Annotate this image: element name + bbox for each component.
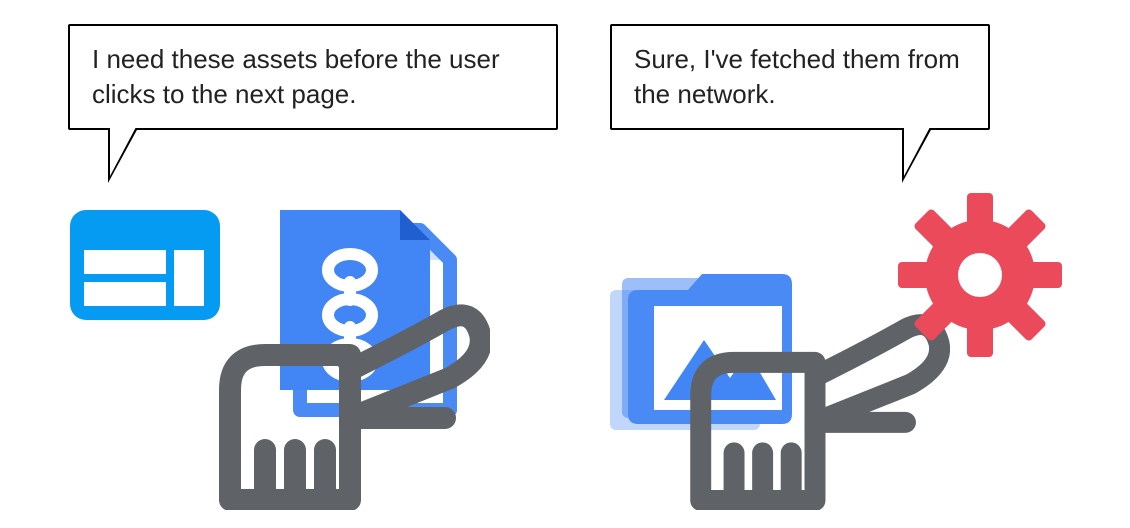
webpage-layout-icon — [70, 210, 220, 320]
speech-bubble-worker: Sure, I've fetched them from the network… — [610, 24, 990, 130]
speech-bubble-page: I need these assets before the user clic… — [68, 24, 558, 130]
hand-offering-left-icon — [210, 300, 490, 510]
speech-tail-fill — [904, 127, 930, 176]
speech-tail-fill — [110, 127, 136, 176]
settings-gear-icon — [895, 190, 1065, 360]
prefetch-diagram: I need these assets before the user clic… — [0, 0, 1130, 528]
speech-text-left: I need these assets before the user clic… — [92, 44, 500, 109]
speech-text-right: Sure, I've fetched them from the network… — [634, 44, 960, 109]
